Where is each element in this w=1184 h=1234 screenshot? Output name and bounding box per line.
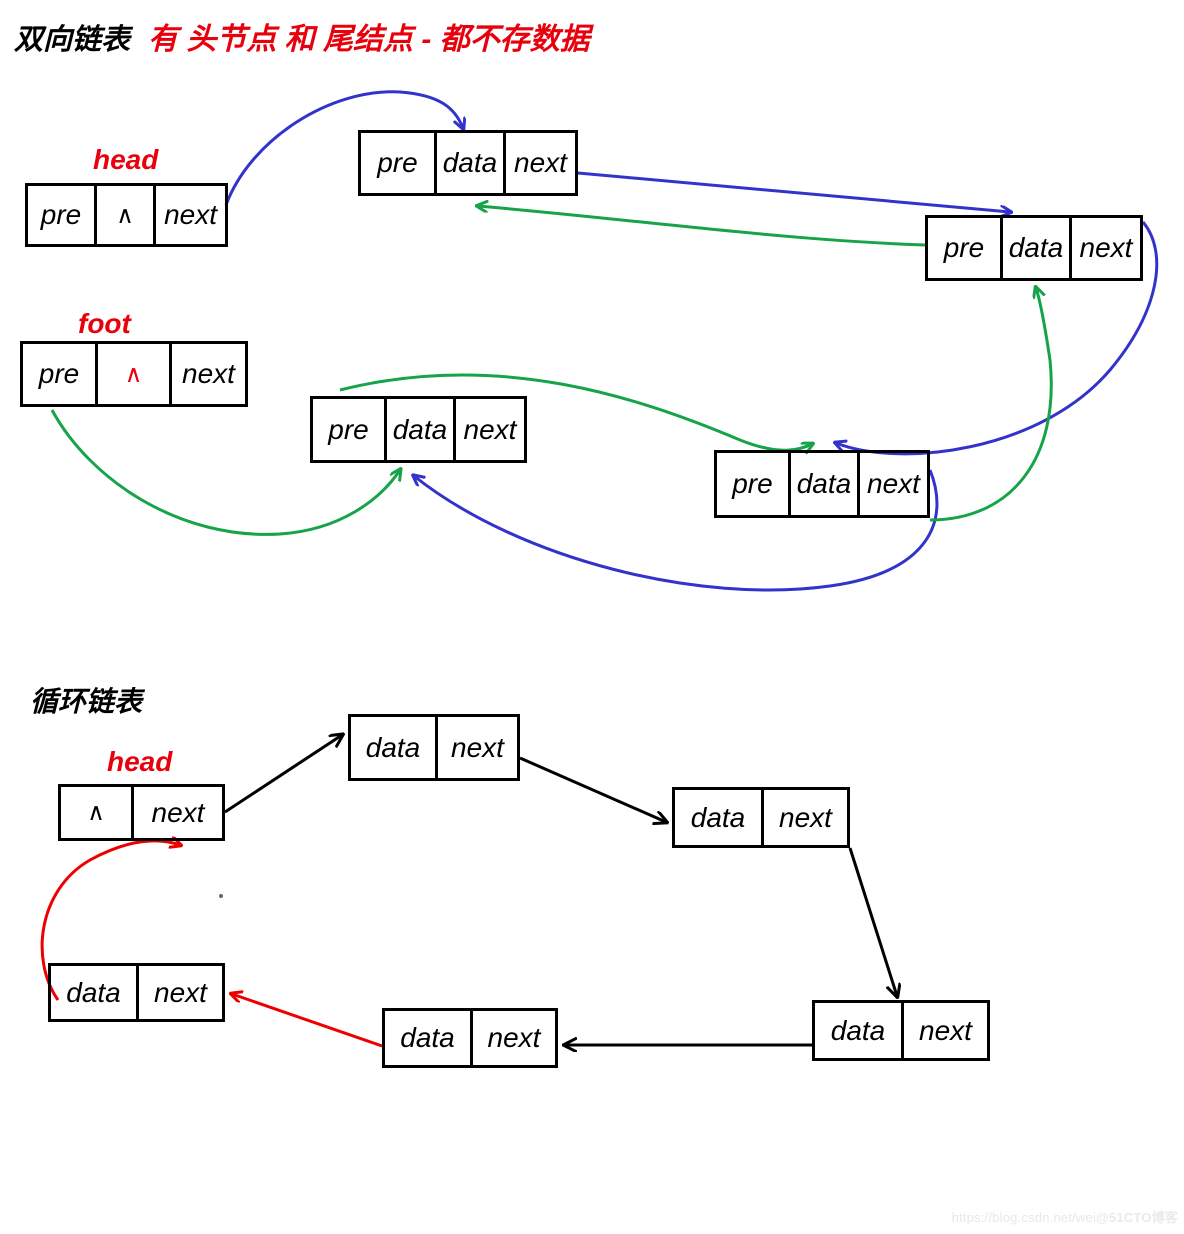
node-doubly-4[interactable]: pre data next [310,396,527,463]
cell-next: next [503,133,575,193]
arrow-next-node1-to-node2 [577,171,1010,212]
node-circular-2[interactable]: data next [672,787,850,848]
cell-next: next [470,1011,555,1065]
label-foot-doubly: foot [78,308,131,339]
cell-data: data [690,801,746,833]
label-head-doubly: head [93,144,159,175]
cell-next: next [856,453,927,515]
cell-pre: pre [38,358,80,389]
cell-pre: pre [40,199,82,230]
diagram-canvas: 双向链表 有 头节点 和 尾结点 - 都不存数据 循环链表 head pre ∧… [0,0,1184,1234]
arrow-cnode2-to-cnode3 [848,847,897,996]
cell-pre: pre [377,147,418,178]
cell-next: next [153,186,225,244]
stray-dot [219,894,223,898]
cell-pre: pre [732,468,773,499]
watermark-url: https://blog.csdn.net/wei [951,1210,1097,1225]
cell-null: ∧ [95,344,169,404]
node-circular-3[interactable]: data next [812,1000,990,1061]
cell-data: data [433,133,503,193]
page-title: 双向链表 [14,24,131,56]
node-doubly-1[interactable]: pre data next [358,130,578,196]
arrow-pre-node3-to-node2 [929,288,1053,522]
node-doubly-3[interactable]: pre data next [714,450,930,518]
node-circular-head[interactable]: ∧ next [58,784,225,841]
node-circular-4[interactable]: data next [382,1008,558,1068]
cell-next: next [136,966,222,1019]
cell-next: next [453,399,524,460]
page-subtitle: 有 头节点 和 尾结点 - 都不存数据 [148,23,590,56]
cell-data: data [787,453,857,515]
cell-null: ∧ [87,799,105,826]
cell-data: data [383,399,453,460]
cell-next: next [169,344,245,404]
arrow-cnode1-to-cnode2 [519,756,666,822]
cell-pre: pre [328,413,369,445]
cell-data: data [66,976,121,1008]
node-head-sentinel[interactable]: pre ∧ next [25,183,228,247]
node-doubly-2[interactable]: pre data next [925,215,1143,281]
cell-next: next [435,717,517,778]
cell-next: next [131,787,222,838]
cell-next: next [1068,218,1140,278]
cell-data: data [830,1014,886,1046]
cell-data: data [365,731,421,763]
watermark: https://blog.csdn.net/wei@51CTO博客 [952,1207,1178,1226]
cell-pre: pre [943,232,985,263]
cell-next: next [761,790,847,845]
cell-data: data [400,1022,455,1053]
node-circular-5[interactable]: data next [48,963,225,1022]
cell-next: next [901,1003,987,1058]
arrow-chead-to-cnode1 [224,735,342,814]
label-head-circular: head [107,746,173,777]
node-circular-1[interactable]: data next [348,714,520,781]
arrow-pre-node2-to-node1 [478,206,926,247]
section-title-circular-list: 循环链表 [30,686,143,717]
cell-data: data [999,218,1069,278]
node-foot-sentinel[interactable]: pre ∧ next [20,341,248,407]
arrow-cnode4-to-cnode5 [232,994,383,1048]
cell-null: ∧ [93,186,153,244]
watermark-brand: @51CTO博客 [1096,1210,1178,1225]
